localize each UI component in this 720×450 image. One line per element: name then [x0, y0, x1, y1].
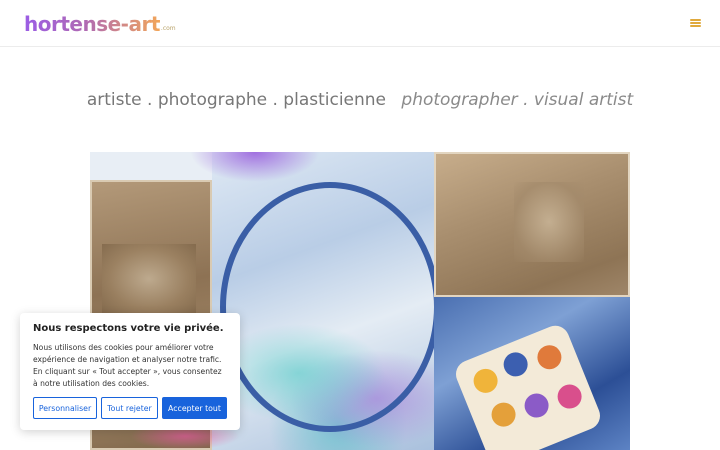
tagline-french: artiste . photographe . plasticienne	[86, 90, 387, 110]
cookie-button-group: Personnaliser Tout rejeter Accepter tout	[33, 397, 227, 419]
site-tagline: artiste . photographe . plasticienne pho…	[0, 90, 720, 110]
cookie-consent-banner: Nous respectons votre vie privée. Nous u…	[20, 313, 240, 430]
artwork-circle	[220, 182, 440, 432]
artwork-sepia-figure	[514, 182, 584, 262]
customize-button[interactable]: Personnaliser	[33, 397, 97, 419]
cookie-title: Nous respectons votre vie privée.	[33, 323, 224, 334]
artwork-purple-splash	[190, 152, 320, 182]
reject-all-button[interactable]: Tout rejeter	[101, 397, 158, 419]
logo-text: hortense-art	[24, 12, 160, 36]
site-logo[interactable]: hortense-art .com	[24, 8, 176, 38]
cookie-description: Nous utilisons des cookies pour améliore…	[33, 343, 222, 388]
tagline-english: photographer . visual artist	[401, 90, 634, 110]
hamburger-menu-icon[interactable]	[689, 16, 703, 30]
artwork-sepia-detail	[102, 244, 196, 314]
site-header: hortense-art .com	[0, 0, 720, 47]
accept-all-button[interactable]: Accepter tout	[162, 397, 227, 419]
logo-domain: .com	[160, 25, 176, 32]
